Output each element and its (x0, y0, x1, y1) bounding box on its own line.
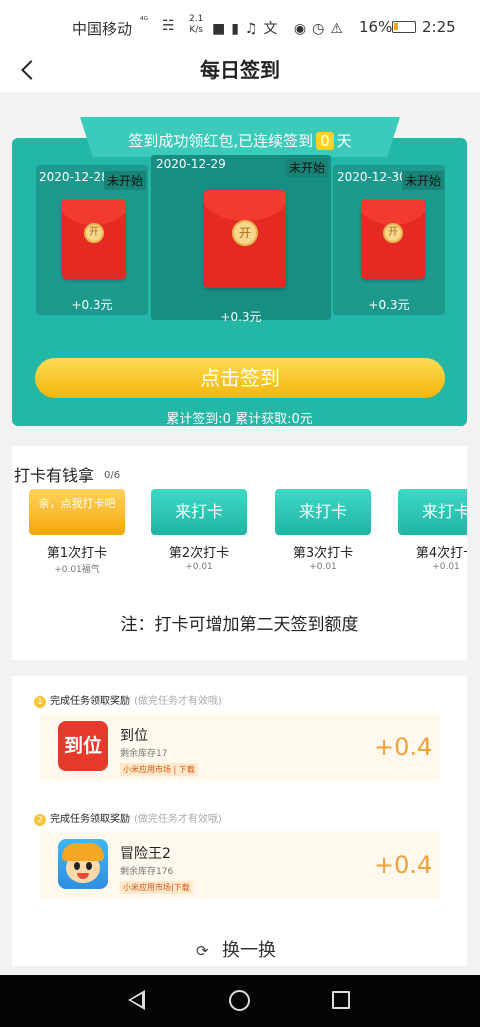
task-number-icon: 1 (34, 696, 46, 708)
task-hint: (做完任务才有效哦) (134, 696, 222, 707)
page-title: 每日签到 (200, 58, 280, 82)
system-recents-icon[interactable] (332, 991, 350, 1009)
task-row[interactable]: 冒险王2 剩余库存176 小米应用市场|下载 +0.4 (40, 831, 440, 899)
banner-prefix: 签到成功领红包,已连续签到 (128, 132, 314, 150)
checkin-label: 第3次打卡 (292, 546, 354, 561)
open-coin-icon: 开 (84, 223, 104, 243)
app-stock: 剩余库存176 (120, 867, 174, 877)
system-nav-bar (0, 975, 480, 1027)
sign-in-button[interactable]: 点击签到 (35, 358, 445, 398)
refresh-button[interactable]: ⟳ 换一换 (196, 936, 276, 962)
battery-percent: 16% (359, 18, 393, 36)
day-reward: +0.3元 (368, 298, 410, 312)
app-name: 到位 (120, 728, 148, 744)
header: 每日签到 (0, 50, 480, 92)
checkin-count: 0/6 (104, 470, 121, 481)
checkin-reward: +0.01 (185, 562, 213, 572)
status-bar: 中国移动 ⁴ᴳ ☵ 2.1 K/s ■▮♫文 ◉◷⚠ 16% 2:25 (0, 0, 480, 50)
checkin-button-1[interactable]: 亲，点我打卡吧 (29, 489, 125, 535)
day-status: 未开始 (104, 171, 147, 190)
checkin-reward: +0.01 (432, 562, 460, 572)
open-coin-icon: 开 (383, 223, 403, 243)
signal-icon: ⁴ᴳ (140, 16, 148, 26)
checkin-label: 第2次打卡 (168, 546, 230, 561)
checkin-button-3[interactable]: 来打卡 (275, 489, 371, 535)
checkin-reward: +0.01 (309, 562, 337, 572)
task-row[interactable]: 到位 到位 剩余库存17 小米应用市场 | 下载 +0.4 (40, 713, 440, 781)
task-reward: +0.4 (374, 733, 433, 761)
daowei-app-icon: 到位 (58, 721, 108, 771)
open-coin-icon: 开 (232, 220, 258, 246)
system-back-icon[interactable] (128, 990, 145, 1010)
task-heading: 2 完成任务领取奖励 (做完任务才有效哦) (34, 810, 222, 826)
checkin-button-4[interactable]: 来打卡 (398, 489, 467, 535)
wifi-icon: ☵ (162, 18, 175, 34)
battery-icon (392, 21, 416, 33)
app-stock: 剩余库存17 (120, 749, 168, 759)
task-heading-text: 完成任务领取奖励 (50, 696, 130, 707)
adventure-game-app-icon (58, 839, 108, 889)
checkin-button-2[interactable]: 来打卡 (151, 489, 247, 535)
app-download-link[interactable]: 小米应用市场|下载 (120, 881, 193, 894)
day-status: 未开始 (286, 158, 329, 177)
network-speed-value: 2.1 (189, 14, 204, 24)
task-reward: +0.4 (374, 851, 433, 879)
task-number-icon: 2 (34, 814, 46, 826)
network-speed-unit: K/s (189, 25, 203, 35)
day-date: 2020-12-29 (156, 157, 226, 171)
app-name: 冒险王2 (120, 846, 171, 862)
app-download-link[interactable]: 小米应用市场 | 下载 (120, 763, 198, 776)
carrier-name: 中国移动 (72, 20, 133, 38)
day-reward: +0.3元 (220, 310, 262, 324)
checkin-note: 注：打卡可增加第二天签到额度 (120, 615, 359, 635)
banner-suffix: 天 (336, 132, 352, 150)
streak-days: 0 (316, 132, 334, 150)
system-home-icon[interactable] (229, 990, 250, 1011)
notification-icons: ■▮♫文 ◉◷⚠ (212, 21, 349, 37)
signin-banner-text: 签到成功领红包,已连续签到 0 天 (80, 130, 400, 151)
clock: 2:25 (422, 18, 456, 36)
day-date: 2020-12-30 (337, 170, 407, 184)
task-heading-text: 完成任务领取奖励 (50, 814, 130, 825)
checkin-title: 打卡有钱拿 (14, 466, 95, 485)
checkin-reward: +0.01福气 (54, 565, 100, 575)
day-date: 2020-12-28 (39, 170, 109, 184)
refresh-icon: ⟳ (196, 942, 209, 960)
day-reward: +0.3元 (71, 298, 113, 312)
refresh-label: 换一换 (222, 940, 276, 961)
checkin-label: 第4次打卡 (415, 546, 467, 561)
task-hint: (做完任务才有效哦) (134, 814, 222, 825)
task-heading: 1 完成任务领取奖励 (做完任务才有效哦) (34, 692, 222, 708)
day-status: 未开始 (402, 171, 445, 190)
checkin-label: 第1次打卡 (46, 546, 108, 561)
signin-stats: 累计签到:0 累计获取:0元 (166, 412, 313, 427)
checkin-strip[interactable]: 亲，点我打卡吧 第1次打卡 +0.01福气 来打卡 第2次打卡 +0.01 来打… (12, 486, 467, 586)
network-speed: 2.1 K/s (189, 14, 203, 36)
